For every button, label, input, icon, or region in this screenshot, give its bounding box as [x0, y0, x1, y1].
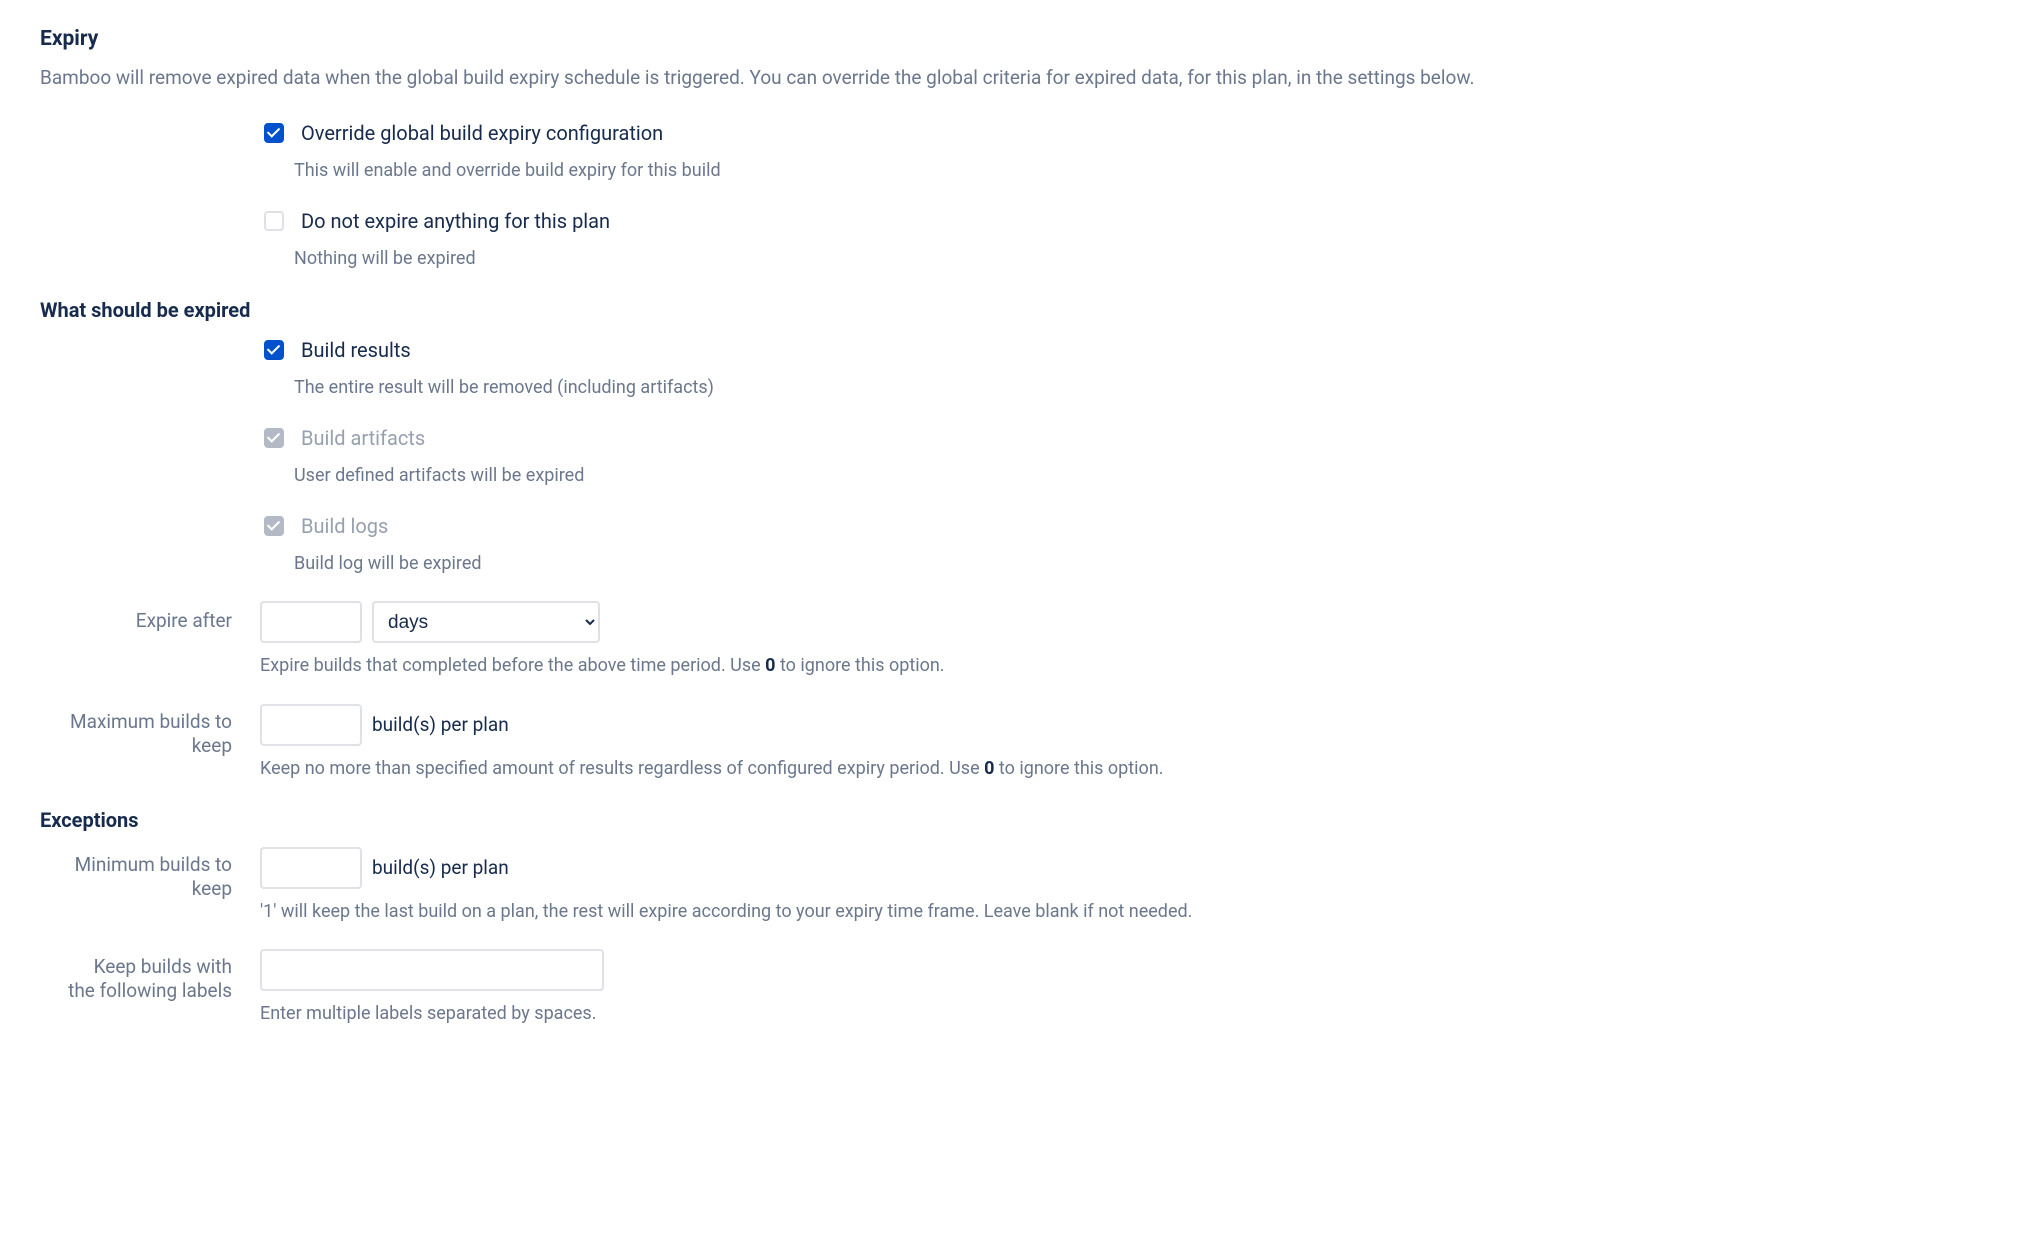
build-artifacts-checkbox-label: Build artifacts	[301, 424, 425, 453]
do-not-expire-checkbox-label: Do not expire anything for this plan	[301, 207, 610, 236]
keep-labels-content: Enter multiple labels separated by space…	[260, 949, 2000, 1027]
expire-after-input[interactable]	[260, 601, 362, 643]
expire-after-helper-bold: 0	[765, 655, 775, 676]
expire-after-helper-suffix: to ignore this option.	[775, 655, 944, 676]
do-not-expire-row: Do not expire anything for this plan Not…	[40, 208, 2000, 272]
max-builds-row: Maximum builds to keep build(s) per plan…	[40, 704, 2000, 782]
min-builds-inline: build(s) per plan	[260, 847, 2000, 889]
max-builds-helper: Keep no more than specified amount of re…	[260, 756, 2000, 782]
empty-label	[40, 513, 260, 519]
min-builds-label: Minimum builds to keep	[40, 847, 260, 902]
build-logs-checkbox	[264, 516, 284, 536]
build-results-checkbox[interactable]	[264, 340, 284, 360]
override-checkbox-row[interactable]: Override global build expiry configurati…	[260, 120, 2000, 148]
build-artifacts-content: Build artifacts User defined artifacts w…	[260, 425, 2000, 489]
expire-after-unit-select[interactable]: days	[372, 601, 600, 643]
empty-label	[40, 120, 260, 126]
keep-labels-row: Keep builds with the following labels En…	[40, 949, 2000, 1027]
empty-label	[40, 337, 260, 343]
keep-labels-label-line1: Keep builds with	[94, 955, 232, 978]
build-logs-content: Build logs Build log will be expired	[260, 513, 2000, 577]
expiry-heading: Expiry	[40, 24, 2000, 54]
build-results-content: Build results The entire result will be …	[260, 337, 2000, 401]
min-builds-label-line2: keep	[192, 877, 232, 900]
do-not-expire-checkbox-row[interactable]: Do not expire anything for this plan	[260, 208, 2000, 236]
max-builds-helper-bold: 0	[984, 758, 994, 779]
min-builds-content: build(s) per plan '1' will keep the last…	[260, 847, 2000, 925]
expiry-description: Bamboo will remove expired data when the…	[40, 64, 2000, 92]
override-content: Override global build expiry configurati…	[260, 120, 2000, 184]
do-not-expire-content: Do not expire anything for this plan Not…	[260, 208, 2000, 272]
override-checkbox[interactable]	[264, 123, 284, 143]
expire-after-inline: days	[260, 601, 2000, 643]
build-logs-row: Build logs Build log will be expired	[40, 513, 2000, 577]
min-builds-label-line1: Minimum builds to	[75, 853, 232, 876]
keep-labels-label: Keep builds with the following labels	[40, 949, 260, 1004]
exceptions-heading: Exceptions	[40, 806, 2000, 835]
keep-labels-label-line2: the following labels	[68, 979, 232, 1002]
max-builds-label: Maximum builds to keep	[40, 704, 260, 759]
max-builds-label-line1: Maximum builds to	[70, 710, 232, 733]
keep-labels-input[interactable]	[260, 949, 604, 991]
build-results-checkbox-row[interactable]: Build results	[260, 337, 2000, 365]
do-not-expire-helper: Nothing will be expired	[294, 246, 2000, 272]
expire-after-label: Expire after	[40, 601, 260, 635]
max-builds-helper-suffix: to ignore this option.	[994, 758, 1163, 779]
build-logs-checkbox-label: Build logs	[301, 512, 388, 541]
max-builds-helper-prefix: Keep no more than specified amount of re…	[260, 758, 984, 779]
max-builds-suffix: build(s) per plan	[372, 711, 509, 739]
min-builds-suffix: build(s) per plan	[372, 854, 509, 882]
empty-label	[40, 208, 260, 214]
build-results-row: Build results The entire result will be …	[40, 337, 2000, 401]
min-builds-input[interactable]	[260, 847, 362, 889]
max-builds-label-line2: keep	[192, 734, 232, 757]
min-builds-row: Minimum builds to keep build(s) per plan…	[40, 847, 2000, 925]
keep-labels-helper: Enter multiple labels separated by space…	[260, 1001, 2000, 1027]
override-row: Override global build expiry configurati…	[40, 120, 2000, 184]
max-builds-inline: build(s) per plan	[260, 704, 2000, 746]
build-logs-helper: Build log will be expired	[294, 551, 2000, 577]
empty-label	[40, 425, 260, 431]
build-logs-checkbox-row: Build logs	[260, 513, 2000, 541]
build-artifacts-helper: User defined artifacts will be expired	[294, 463, 2000, 489]
expire-after-row: Expire after days Expire builds that com…	[40, 601, 2000, 679]
override-helper: This will enable and override build expi…	[294, 158, 2000, 184]
build-artifacts-checkbox-row: Build artifacts	[260, 425, 2000, 453]
min-builds-helper: '1' will keep the last build on a plan, …	[260, 899, 2000, 925]
build-artifacts-row: Build artifacts User defined artifacts w…	[40, 425, 2000, 489]
expire-after-content: days Expire builds that completed before…	[260, 601, 2000, 679]
build-results-helper: The entire result will be removed (inclu…	[294, 375, 2000, 401]
max-builds-content: build(s) per plan Keep no more than spec…	[260, 704, 2000, 782]
build-results-checkbox-label: Build results	[301, 336, 411, 365]
max-builds-input[interactable]	[260, 704, 362, 746]
what-expired-heading: What should be expired	[40, 296, 2000, 325]
build-artifacts-checkbox	[264, 428, 284, 448]
do-not-expire-checkbox[interactable]	[264, 211, 284, 231]
expire-after-helper-prefix: Expire builds that completed before the …	[260, 655, 765, 676]
expire-after-helper: Expire builds that completed before the …	[260, 653, 2000, 679]
override-checkbox-label: Override global build expiry configurati…	[301, 119, 663, 148]
